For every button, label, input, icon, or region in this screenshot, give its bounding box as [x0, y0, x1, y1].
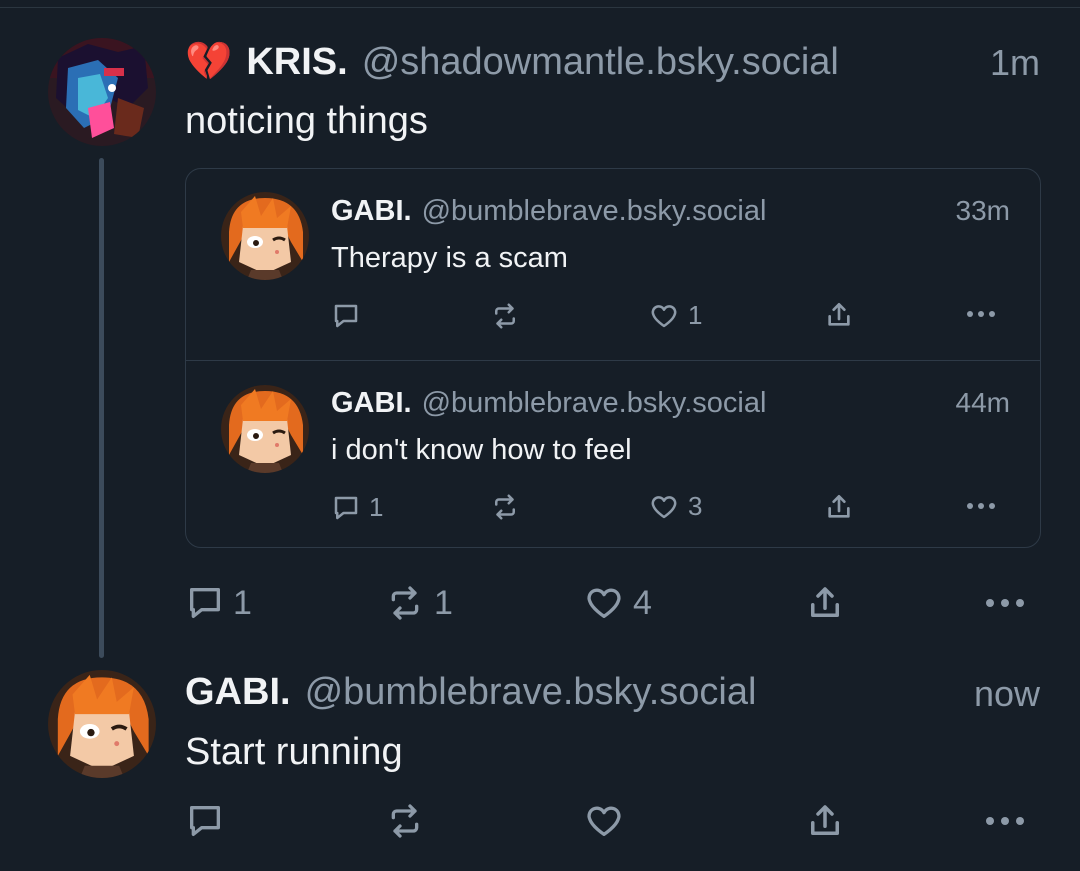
share-button[interactable] — [823, 491, 855, 523]
speech-bubble-icon — [190, 806, 220, 836]
heart-icon — [651, 304, 677, 327]
reply-post-header: GABI. @bumblebrave.bsky.social — [185, 671, 756, 714]
share-button[interactable] — [804, 582, 846, 624]
quote-1-header: GABI. @bumblebrave.bsky.social — [331, 195, 766, 228]
top-divider — [0, 7, 1080, 8]
post-text: Therapy is a scam — [331, 242, 568, 274]
speech-bubble-icon — [190, 588, 220, 618]
speech-bubble-icon — [334, 304, 358, 328]
heart-icon — [651, 495, 677, 518]
avatar-gabi[interactable] — [221, 192, 309, 280]
ellipsis-icon — [967, 503, 995, 509]
repost-arrows-icon — [391, 586, 419, 620]
repost-button[interactable] — [489, 301, 529, 331]
reply-button[interactable]: 1 — [331, 492, 383, 523]
quote-2-header: GABI. @bumblebrave.bsky.social — [331, 387, 766, 420]
avatar-kris[interactable] — [48, 38, 156, 146]
heart-icon — [587, 588, 621, 618]
speech-bubble-icon — [334, 496, 358, 519]
like-count: 4 — [633, 583, 652, 622]
broken-heart-emoji: 💔 — [185, 41, 233, 83]
more-options-button[interactable] — [981, 589, 1029, 617]
like-button[interactable] — [583, 801, 633, 841]
avatar-gabi[interactable] — [48, 670, 156, 778]
ellipsis-icon — [986, 817, 1024, 825]
repost-arrows-icon — [495, 494, 515, 520]
author-handle[interactable]: @bumblebrave.bsky.social — [422, 195, 767, 228]
share-upload-icon — [811, 805, 839, 835]
post-timestamp[interactable]: 1m — [990, 42, 1040, 84]
quote-divider — [185, 360, 1041, 361]
repost-button[interactable]: 1 — [384, 583, 453, 623]
repost-count: 1 — [434, 583, 453, 622]
reply-count: 1 — [233, 583, 252, 622]
post-timestamp[interactable]: now — [974, 673, 1040, 715]
reply-button[interactable] — [331, 301, 369, 331]
author-name[interactable]: GABI. — [331, 387, 412, 420]
author-handle[interactable]: @bumblebrave.bsky.social — [422, 387, 767, 420]
author-name[interactable]: GABI. — [185, 671, 291, 714]
share-upload-icon — [828, 303, 850, 326]
more-options-button[interactable] — [963, 494, 999, 518]
ellipsis-icon — [967, 311, 995, 317]
author-name[interactable]: GABI. — [331, 195, 412, 228]
like-button[interactable]: 3 — [648, 491, 702, 522]
like-count: 3 — [688, 491, 703, 521]
repost-button[interactable] — [489, 492, 529, 522]
share-upload-icon — [828, 495, 850, 518]
post-timestamp[interactable]: 33m — [956, 195, 1010, 227]
reply-count: 1 — [369, 492, 384, 522]
like-button[interactable]: 4 — [583, 583, 652, 623]
more-options-button[interactable] — [963, 302, 999, 326]
post-text: Start running — [185, 731, 403, 773]
main-post-header: 💔 KRIS. @shadowmantle.bsky.social — [185, 40, 839, 84]
thread-connector-line — [99, 158, 104, 658]
post-text: i don't know how to feel — [331, 434, 632, 466]
ellipsis-icon — [986, 599, 1024, 607]
author-handle[interactable]: @bumblebrave.bsky.social — [305, 671, 757, 714]
repost-button[interactable] — [384, 801, 434, 841]
share-button[interactable] — [823, 299, 855, 331]
more-options-button[interactable] — [981, 807, 1029, 835]
avatar-gabi[interactable] — [221, 385, 309, 473]
like-button[interactable]: 1 — [648, 300, 702, 331]
reply-button[interactable]: 1 — [185, 583, 252, 623]
heart-icon — [587, 806, 621, 836]
share-button[interactable] — [804, 800, 846, 842]
repost-arrows-icon — [495, 303, 515, 329]
post-text: noticing things — [185, 100, 428, 142]
repost-arrows-icon — [391, 804, 419, 838]
share-upload-icon — [811, 587, 839, 617]
like-count: 1 — [688, 300, 703, 330]
author-name[interactable]: KRIS. — [246, 41, 347, 84]
reply-button[interactable] — [185, 801, 233, 841]
post-timestamp[interactable]: 44m — [956, 387, 1010, 419]
author-handle[interactable]: @shadowmantle.bsky.social — [362, 41, 839, 84]
